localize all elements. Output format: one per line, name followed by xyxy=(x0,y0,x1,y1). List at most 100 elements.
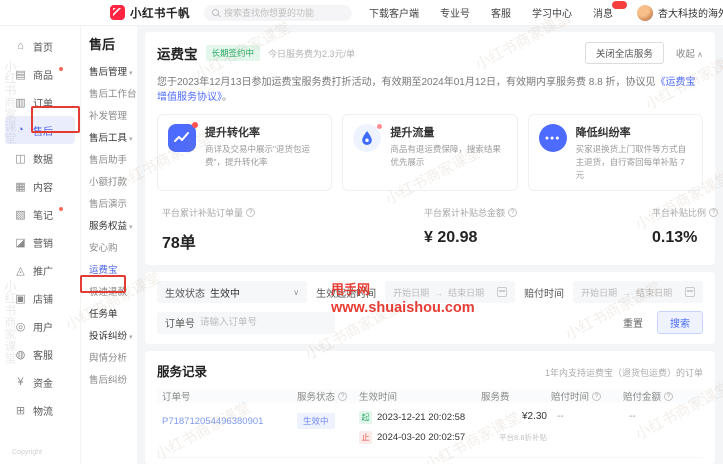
sidebar-item-label: 店铺 xyxy=(33,291,53,306)
home-icon: ⌂ xyxy=(14,40,27,52)
effective-start-time: 2023-12-21 20:02:58 xyxy=(377,412,465,423)
payout-amount-value: -- xyxy=(623,411,698,422)
goods-icon: ▤ xyxy=(14,68,27,81)
sidebar-item-funds[interactable]: ¥资金 xyxy=(5,368,75,396)
order-number-field[interactable]: 订单号 xyxy=(157,312,335,334)
submenu-item-small-payment[interactable]: 小额打款 xyxy=(89,172,137,194)
promotion-description-text: 您于2023年12月13日参加运费宝服务费打折活动，有效期至2024年01月12… xyxy=(157,77,655,88)
benefit-desc: 买家退换货上门取件等方式自主退货，自行寄回每单补贴 7 元 xyxy=(576,143,692,181)
table-row: P718699395279312001 生效中 起2023-12-21 16:3… xyxy=(157,458,703,464)
submenu-group-service-benefits[interactable]: 服务权益 xyxy=(89,216,137,238)
order-number-input[interactable] xyxy=(200,317,310,328)
col-service-fee: 服务费 xyxy=(481,389,551,403)
submenu-group-aftersales-tools[interactable]: 售后工具 xyxy=(89,128,137,150)
col-service-status: 服务状态 xyxy=(297,389,359,403)
benefit-card-conversion: 提升转化率 商详及交易中展示"退货包运费"，提升转化率 xyxy=(157,114,332,191)
water-drop-icon xyxy=(353,124,381,152)
sidebar-item-logistics[interactable]: ⊞物流 xyxy=(5,396,75,424)
chat-dots: ●●● xyxy=(545,135,561,142)
collapse-toggle[interactable]: 收起 xyxy=(676,46,703,60)
stat-label: 平台累计补贴总金额 xyxy=(424,206,505,219)
sidebar-item-label: 订单 xyxy=(33,95,53,110)
info-icon[interactable] xyxy=(592,392,601,401)
search-button[interactable]: 搜索 xyxy=(657,311,703,334)
stat-subsidy-amount: 平台累计补贴总金额 ¥ 20.98 xyxy=(424,206,652,253)
info-icon[interactable] xyxy=(709,208,718,217)
pay-time-range-picker[interactable]: 开始日期 结束日期 xyxy=(573,281,703,303)
sidebar-item-home[interactable]: ⌂ 首页 xyxy=(5,32,75,60)
info-icon[interactable] xyxy=(246,208,255,217)
red-dot-badge xyxy=(59,67,63,71)
sidebar-item-marketing[interactable]: ◪营销 xyxy=(5,228,75,256)
menu-professional-account[interactable]: 专业号 xyxy=(440,5,470,20)
status-label: 生效状态 xyxy=(165,285,205,300)
chevron-down-icon xyxy=(293,288,299,297)
status-value: 生效中 xyxy=(210,285,240,300)
submenu-item-reshipment[interactable]: 补发管理 xyxy=(89,106,137,128)
users-icon: ◎ xyxy=(14,320,27,333)
sidebar-item-users[interactable]: ◎用户 xyxy=(5,312,75,340)
submenu-item-instant-refund[interactable]: 极速退款 xyxy=(89,282,137,304)
sidebar-item-label: 售后 xyxy=(33,123,53,138)
info-icon[interactable] xyxy=(664,392,673,401)
reset-button[interactable]: 重置 xyxy=(623,315,643,330)
submenu-item-sentiment-analysis[interactable]: 舆情分析 xyxy=(89,348,137,370)
submenu-item-worry-free[interactable]: 安心购 xyxy=(89,238,137,260)
logistics-icon: ⊞ xyxy=(14,404,27,417)
stat-label: 平台累计补贴订单量 xyxy=(162,206,243,219)
menu-customer-service[interactable]: 客服 xyxy=(491,5,511,20)
effect-time-range-picker[interactable]: 开始日期 结束日期 xyxy=(385,281,515,303)
benefit-desc: 商品有退运费保障，搜索结果优先展示 xyxy=(390,143,506,169)
sidebar-item-data[interactable]: ◫数据 xyxy=(5,144,75,172)
menu-download-client[interactable]: 下载客户端 xyxy=(369,5,419,20)
info-icon[interactable] xyxy=(338,392,347,401)
brand[interactable]: 小红书千帆 xyxy=(110,5,190,21)
menu-learning-center[interactable]: 学习中心 xyxy=(532,5,572,20)
col-label: 赔付时间 xyxy=(551,389,589,403)
sidebar-item-aftersales[interactable]: ◔售后 xyxy=(5,116,75,144)
submenu-item-workbench[interactable]: 售后工作台 xyxy=(89,84,137,106)
submenu-group-aftersales-management[interactable]: 售后管理 xyxy=(89,62,137,84)
sidebar-item-service[interactable]: ◍客服 xyxy=(5,340,75,368)
submenu-group-complaints[interactable]: 投诉纠纷 xyxy=(89,326,137,348)
stat-value: ¥ 20.98 xyxy=(424,229,652,247)
submenu-item-freight-insurance[interactable]: 运费宝 xyxy=(89,260,137,282)
sidebar-item-orders[interactable]: ▥订单 xyxy=(5,88,75,116)
sidebar-item-label: 商品 xyxy=(33,67,53,82)
submenu-item-assistant[interactable]: 售后助手 xyxy=(89,150,137,172)
sidebar-item-promotion[interactable]: ◬推广 xyxy=(5,256,75,284)
sidebar-item-notes[interactable]: ▧笔记 xyxy=(5,200,75,228)
status-select[interactable]: 生效状态 生效中 xyxy=(157,281,307,303)
table-header: 订单号 服务状态 生效时间 服务费 赔付时间 赔付金额 xyxy=(157,389,703,403)
account-menu[interactable]: 杏大科技的海外 xyxy=(637,5,723,21)
info-icon[interactable] xyxy=(508,208,517,217)
benefit-card-dispute: ●●● 降低纠纷率 买家退换货上门取件等方式自主退货，自行寄回每单补贴 7 元 xyxy=(528,114,703,191)
chat-bubble-icon: ●●● xyxy=(539,124,567,152)
marketing-icon: ◪ xyxy=(14,236,27,249)
menu-messages-label: 消息 xyxy=(593,9,613,20)
benefit-title: 提升转化率 xyxy=(205,124,321,140)
menu-messages[interactable]: 消息 xyxy=(593,5,613,20)
records-scope-note: 1年内支持运费宝（退货包运费）的订单 xyxy=(545,366,703,379)
service-fee: ¥2.30 xyxy=(481,411,547,422)
promotion-icon: ◬ xyxy=(14,264,27,277)
sidebar-item-label: 资金 xyxy=(33,375,53,390)
col-label: 生效时间 xyxy=(359,389,397,403)
sidebar-item-goods[interactable]: ▤ 商品 xyxy=(5,60,75,88)
submenu-item-task-list[interactable]: 任务单 xyxy=(89,304,137,326)
submenu-item-demo[interactable]: 售后演示 xyxy=(89,194,137,216)
sidebar-item-label: 首页 xyxy=(33,39,53,54)
qianfan-logo-icon xyxy=(110,5,125,20)
search-input[interactable] xyxy=(224,8,344,18)
col-effective-time: 生效时间 xyxy=(359,389,481,403)
order-number-link[interactable]: P718712054496380901 xyxy=(162,416,263,427)
sidebar-item-content[interactable]: ▦内容 xyxy=(5,172,75,200)
global-search[interactable] xyxy=(204,5,352,21)
table-row: P718712054496380901 生效中 起2023-12-21 20:0… xyxy=(157,403,703,458)
submenu-item-aftersales-dispute[interactable]: 售后纠纷 xyxy=(89,370,137,392)
close-service-button[interactable]: 关闭全店服务 xyxy=(585,42,664,64)
calendar-icon xyxy=(497,287,507,297)
sidebar-item-shop[interactable]: ▣店铺 xyxy=(5,284,75,312)
stat-label: 平台补贴比例 xyxy=(652,206,706,219)
filter-panel: 生效状态 生效中 生效起始时间 开始日期 结束日期 赔付时间 开始日期 xyxy=(145,272,715,344)
